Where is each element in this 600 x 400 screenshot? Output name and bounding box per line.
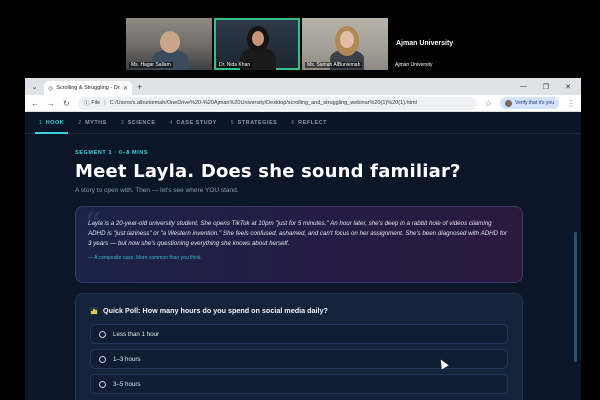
participant-name: Dr. Nida Khan [217,62,253,68]
option-label: Less than 1 hour [113,330,160,338]
new-tab-icon[interactable]: + [137,82,142,92]
segment-label: SEGMENT 1 · 0–8 MINS [75,150,149,156]
tab-science[interactable]: 3 SCIENCE [121,112,156,134]
tab-number: 6 [291,119,295,126]
tab-number: 4 [169,119,173,126]
tab-label: REFLECT [298,119,327,126]
file-label: File [91,100,101,106]
poll-option[interactable]: Less than 1 hour [90,324,508,344]
participant-face [340,31,354,48]
story-text: Layla is a 20-year-old university studen… [88,220,508,248]
page-subtitle: A story to open with. Then — let's see w… [75,187,239,194]
tab-bar: ⌄ ◎ Scrolling & Struggling - Dr. Ni... ✕… [25,78,581,95]
story-caption: — A composite case. More common than you… [88,254,202,261]
radio-button[interactable] [99,355,106,363]
verify-label: Verify that it's you [514,100,554,106]
poll-card: Quick Poll: How many hours do you spend … [75,293,523,400]
participant-face [252,31,264,46]
org-title: Ajman University [396,40,454,47]
tab-reflect[interactable]: 6 REFLECT [291,112,327,134]
screen: Ms. Hagar Sallam Dr. Nida Khan Ms. Samah… [0,0,600,400]
tab-myths[interactable]: 2 MYTHS [78,112,107,134]
video-strip: Ms. Hagar Sallam Dr. Nida Khan Ms. Samah… [126,18,490,70]
option-label: 3–5 hours [113,380,141,388]
page-title: Meet Layla. Does she sound familiar? [75,161,461,182]
poll-question-text: Quick Poll: How many hours do you spend … [103,306,328,315]
tab-label: HOOK [45,119,65,126]
browser-toolbar: ← → ↻ ⓘ File | C:/Users/s.albuniemah/One… [25,95,581,112]
minimize-icon[interactable]: — [520,83,527,91]
browser-tab[interactable]: ◎ Scrolling & Struggling - Dr. Ni... ✕ [44,81,132,95]
video-tile-hagar[interactable]: Ms. Hagar Sallam [126,18,212,70]
address-bar[interactable]: ⓘ File | C:/Users/s.albuniemah/OneDrive%… [77,96,477,110]
participant-face [160,31,180,53]
video-tile-samah[interactable]: Ms. Samah AlBuniemah [302,18,388,70]
participant-name: Ms. Samah AlBuniemah [305,62,363,68]
tab-hook[interactable]: 1 HOOK [34,112,69,134]
back-icon[interactable]: ← [31,99,39,108]
close-tab-icon[interactable]: ✕ [123,85,128,92]
tab-label: CASE STUDY [176,119,217,126]
segment-nav: 1 HOOK 2 MYTHS 3 SCIENCE 4 CASE STUDY 5 [25,112,581,134]
avatar [504,99,512,107]
info-icon: ⓘ [83,101,90,107]
main-content: SEGMENT 1 · 0–8 MINS Meet Layla. Does sh… [75,134,525,400]
tab-number: 1 [39,119,42,126]
poll-option[interactable]: 3–5 hours [90,374,508,394]
radio-button[interactable] [99,380,106,388]
org-label: Ajman University [393,62,435,68]
page-scrollbar[interactable] [574,232,577,362]
tab-title: Scrolling & Struggling - Dr. Ni... [56,85,120,91]
page: 1 HOOK 2 MYTHS 3 SCIENCE 4 CASE STUDY 5 [25,112,581,400]
tab-strategies[interactable]: 5 STRATEGIES [231,112,278,134]
globe-icon: ◎ [48,85,54,92]
verify-identity-button[interactable]: Verify that it's you [499,97,559,109]
divider: | [104,100,106,106]
close-window-icon[interactable]: ✕ [565,83,571,91]
tab-label: SCIENCE [127,119,156,126]
video-tile-org[interactable]: Ajman University Ajman University [390,18,490,70]
bar-chart-icon [90,306,98,315]
window-controls: — ❐ ✕ [520,83,581,91]
poll-question: Quick Poll: How many hours do you spend … [90,306,508,315]
tab-search-icon[interactable]: ⌄ [29,81,40,92]
browser-window: ⌄ ◎ Scrolling & Struggling - Dr. Ni... ✕… [25,78,581,400]
participant-name: Ms. Hagar Sallam [129,62,173,68]
maximize-icon[interactable]: ❐ [543,83,549,91]
tab-label: STRATEGIES [237,119,278,126]
tab-label: MYTHS [85,119,107,126]
tab-number: 2 [78,119,82,126]
reload-icon[interactable]: ↻ [63,99,70,108]
tab-number: 3 [120,119,124,126]
forward-icon[interactable]: → [47,99,55,108]
more-menu-icon[interactable]: ⋮ [567,99,575,108]
option-label: 1–3 hours [113,355,141,363]
story-card: “ Layla is a 20-year-old university stud… [75,205,523,283]
bookmark-star-icon[interactable]: ☆ [485,99,492,108]
tab-case-study[interactable]: 4 CASE STUDY [170,112,217,134]
url-text[interactable]: C:/Users/s.albuniemah/OneDrive%20-%20Ajm… [110,100,471,106]
radio-button[interactable] [99,330,106,338]
file-chip[interactable]: ⓘ File [84,99,100,107]
tab-number: 5 [230,119,234,126]
video-tile-nida[interactable]: Dr. Nida Khan [214,18,300,70]
